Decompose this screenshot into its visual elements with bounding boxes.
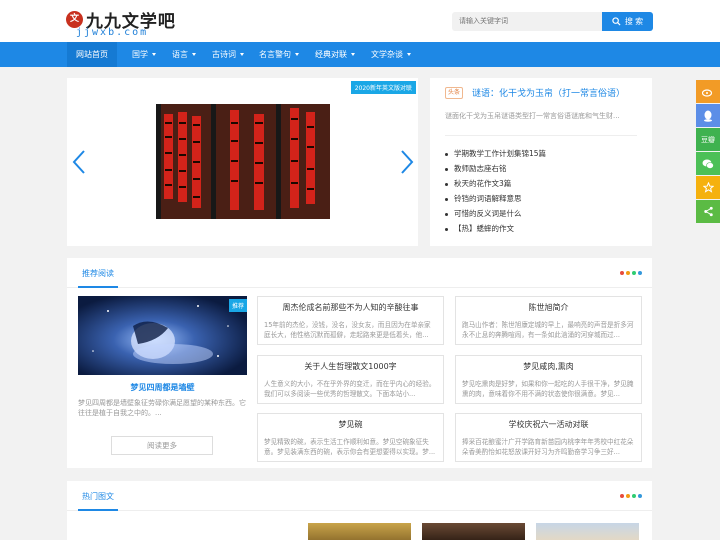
- headline-panel: 头条 谜语：化干戈为玉帛（打一常言俗语） 谜面化干戈为玉帛谜语类型打一常言俗语谜…: [430, 78, 652, 246]
- article-card[interactable]: 周杰伦成名前那些不为人知的辛酸往事 15年前的杰伦，没钱，没名，没女友，而且因为…: [257, 296, 444, 345]
- card-desc: 跑马山作者：陈世旭康定城的早上，最响亮的声音是折多河永不止息的奔腾喧闹，有一条如…: [462, 321, 634, 339]
- search-icon: [612, 17, 621, 26]
- wechat-icon[interactable]: [696, 152, 720, 175]
- feature-title[interactable]: 梦见四周都是墙壁: [78, 382, 247, 393]
- headline-desc: 谜面化干戈为玉帛谜语类型打一常言俗语谜底和气生财...: [445, 112, 620, 120]
- chevron-down-icon: [192, 53, 196, 56]
- weibo-icon[interactable]: [696, 80, 720, 103]
- nav-home[interactable]: 网站首页: [67, 42, 117, 67]
- nav-label: 古诗词: [212, 50, 236, 59]
- card-desc: 15年前的杰伦，没钱，没名，没女友，而且因为在单亲家庭长大，他性格沉默而孤僻，走…: [264, 321, 431, 339]
- divider: [445, 135, 637, 136]
- nav-label: 经典对联: [315, 50, 347, 59]
- nav-label: 国学: [132, 50, 148, 59]
- nav-gushici[interactable]: 古诗词: [203, 42, 253, 67]
- douban-label: 豆瓣: [701, 135, 715, 144]
- nav-duilian[interactable]: 经典对联: [306, 42, 364, 67]
- nav-guoxue[interactable]: 国学: [123, 42, 165, 67]
- douban-icon[interactable]: 豆瓣: [696, 128, 720, 151]
- nav-yuyan[interactable]: 语言: [163, 42, 205, 67]
- card-title: 周杰伦成名前那些不为人知的辛酸往事: [282, 303, 419, 312]
- chevron-left-icon[interactable]: [72, 149, 86, 175]
- color-dots: [620, 271, 642, 275]
- chevron-down-icon: [295, 53, 299, 56]
- image-slider: 2020新年英文版对联: [67, 78, 418, 246]
- list-item[interactable]: 学期教学工作计划集锦15篇: [445, 146, 637, 161]
- chevron-down-icon: [240, 53, 244, 56]
- recommend-section: 推荐阅读 推荐 梦见四周都是墙壁 梦见四周都是墙壁象征劳碌你满足愿望的某种东西。…: [67, 258, 652, 468]
- logo-badge: 文: [66, 11, 83, 28]
- star-icon[interactable]: [696, 176, 720, 199]
- nav-label: 网站首页: [76, 50, 108, 59]
- card-desc: 人生意义的大小，不在乎外界的变迁，而在乎内心的经验。我们可以多阅读一些优秀的哲理…: [264, 380, 436, 398]
- headline-tag: 头条: [445, 86, 464, 99]
- feature-illustration: [78, 296, 247, 375]
- section-title[interactable]: 推荐阅读: [78, 258, 118, 288]
- slide-image[interactable]: [156, 104, 330, 219]
- feature-image[interactable]: 推荐: [78, 296, 247, 375]
- section-header: 热门图文: [67, 481, 652, 511]
- headline-title[interactable]: 谜语：化干戈为玉帛（打一常言俗语）: [472, 86, 625, 99]
- list-item[interactable]: 教师励志座右铭: [445, 161, 637, 176]
- chevron-right-icon[interactable]: [400, 149, 414, 175]
- nav-label: 名言警句: [259, 50, 291, 59]
- headline-list: 学期教学工作计划集锦15篇 教师励志座右铭 秋天的花作文3篇 铃铛的词语解释意思…: [445, 146, 637, 236]
- chevron-down-icon: [152, 53, 156, 56]
- feature-desc: 梦见四周都是墙壁象征劳碌你满足愿望的某种东西。它往往是植于自我之中的。...: [78, 399, 246, 417]
- nav-zatan[interactable]: 文学杂谈: [362, 42, 420, 67]
- card-desc: 梦见吃熏肉是好梦，如果和你一起吃的人手很干净，梦见腌熏的肉，意味着你不用不满的状…: [462, 380, 634, 398]
- main-nav: 网站首页 国学 语言 古诗词 名言警句 经典对联 文学杂谈: [0, 42, 720, 67]
- list-item[interactable]: 可惜的反义词是什么: [445, 206, 637, 221]
- hot-thumb[interactable]: [422, 523, 525, 540]
- search-input[interactable]: [452, 12, 602, 31]
- search-button-label: 搜 索: [624, 17, 644, 26]
- nav-mingyan[interactable]: 名言警句: [250, 42, 308, 67]
- card-desc: 捧采百花酿蜜汁广开学路育新苗园内桃李年年秀校中红花朵朵香美酌怡如花怒放课开好习为…: [462, 438, 634, 456]
- section-title[interactable]: 热门图文: [78, 481, 118, 511]
- card-title: 学校庆祝六一活动对联: [508, 420, 589, 429]
- hot-section: 热门图文: [67, 481, 652, 540]
- card-desc: 梦见精致的碗，表示生活工作顺利如意。梦见空碗象征失意。梦见装满东西的碗，表示你会…: [264, 438, 436, 456]
- card-title: 梦见咸肉,熏肉: [523, 362, 574, 371]
- logo-domain: jjwxb.com: [76, 27, 149, 38]
- list-item[interactable]: 秋天的花作文3篇: [445, 176, 637, 191]
- article-card[interactable]: 关于人生哲理散文1000字 人生意义的大小，不在乎外界的变迁，而在乎内心的经验。…: [257, 355, 444, 404]
- article-card[interactable]: 梦见碗 梦见精致的碗，表示生活工作顺利如意。梦见空碗象征失意。梦见装满东西的碗，…: [257, 413, 444, 462]
- list-item[interactable]: 【热】蟋蟀的作文: [445, 221, 637, 236]
- hot-thumb[interactable]: [536, 523, 639, 540]
- site-logo[interactable]: 文 九九文学吧 jjwxb.com: [66, 7, 176, 38]
- chevron-down-icon: [351, 53, 355, 56]
- read-more-button[interactable]: 阅读更多: [111, 436, 213, 455]
- article-card[interactable]: 梦见咸肉,熏肉 梦见吃熏肉是好梦，如果和你一起吃的人手很干净，梦见腌熏的肉，意味…: [455, 355, 642, 404]
- search-button[interactable]: 搜 索: [602, 12, 653, 31]
- site-header: 文 九九文学吧 jjwxb.com 搜 索: [0, 0, 720, 42]
- card-title: 梦见碗: [338, 420, 363, 429]
- chevron-down-icon: [407, 53, 411, 56]
- article-card[interactable]: 陈世旭简介 跑马山作者：陈世旭康定城的早上，最响亮的声音是折多河永不止息的奔腾喧…: [455, 296, 642, 345]
- card-title: 陈世旭简介: [528, 303, 569, 312]
- section-header: 推荐阅读: [67, 258, 652, 288]
- qq-icon[interactable]: [696, 104, 720, 127]
- list-item[interactable]: 铃铛的词语解释意思: [445, 191, 637, 206]
- article-card[interactable]: 学校庆祝六一活动对联 捧采百花酿蜜汁广开学路育新苗园内桃李年年秀校中红花朵朵香美…: [455, 413, 642, 462]
- nav-label: 文学杂谈: [371, 50, 403, 59]
- card-title: 关于人生哲理散文1000字: [304, 362, 397, 371]
- feature-tag: 推荐: [228, 299, 247, 312]
- share-icon[interactable]: [696, 200, 720, 223]
- color-dots: [620, 494, 642, 498]
- nav-label: 语言: [172, 50, 188, 59]
- slide-tag: 2020新年英文版对联: [350, 81, 416, 94]
- hot-thumb[interactable]: [308, 523, 411, 540]
